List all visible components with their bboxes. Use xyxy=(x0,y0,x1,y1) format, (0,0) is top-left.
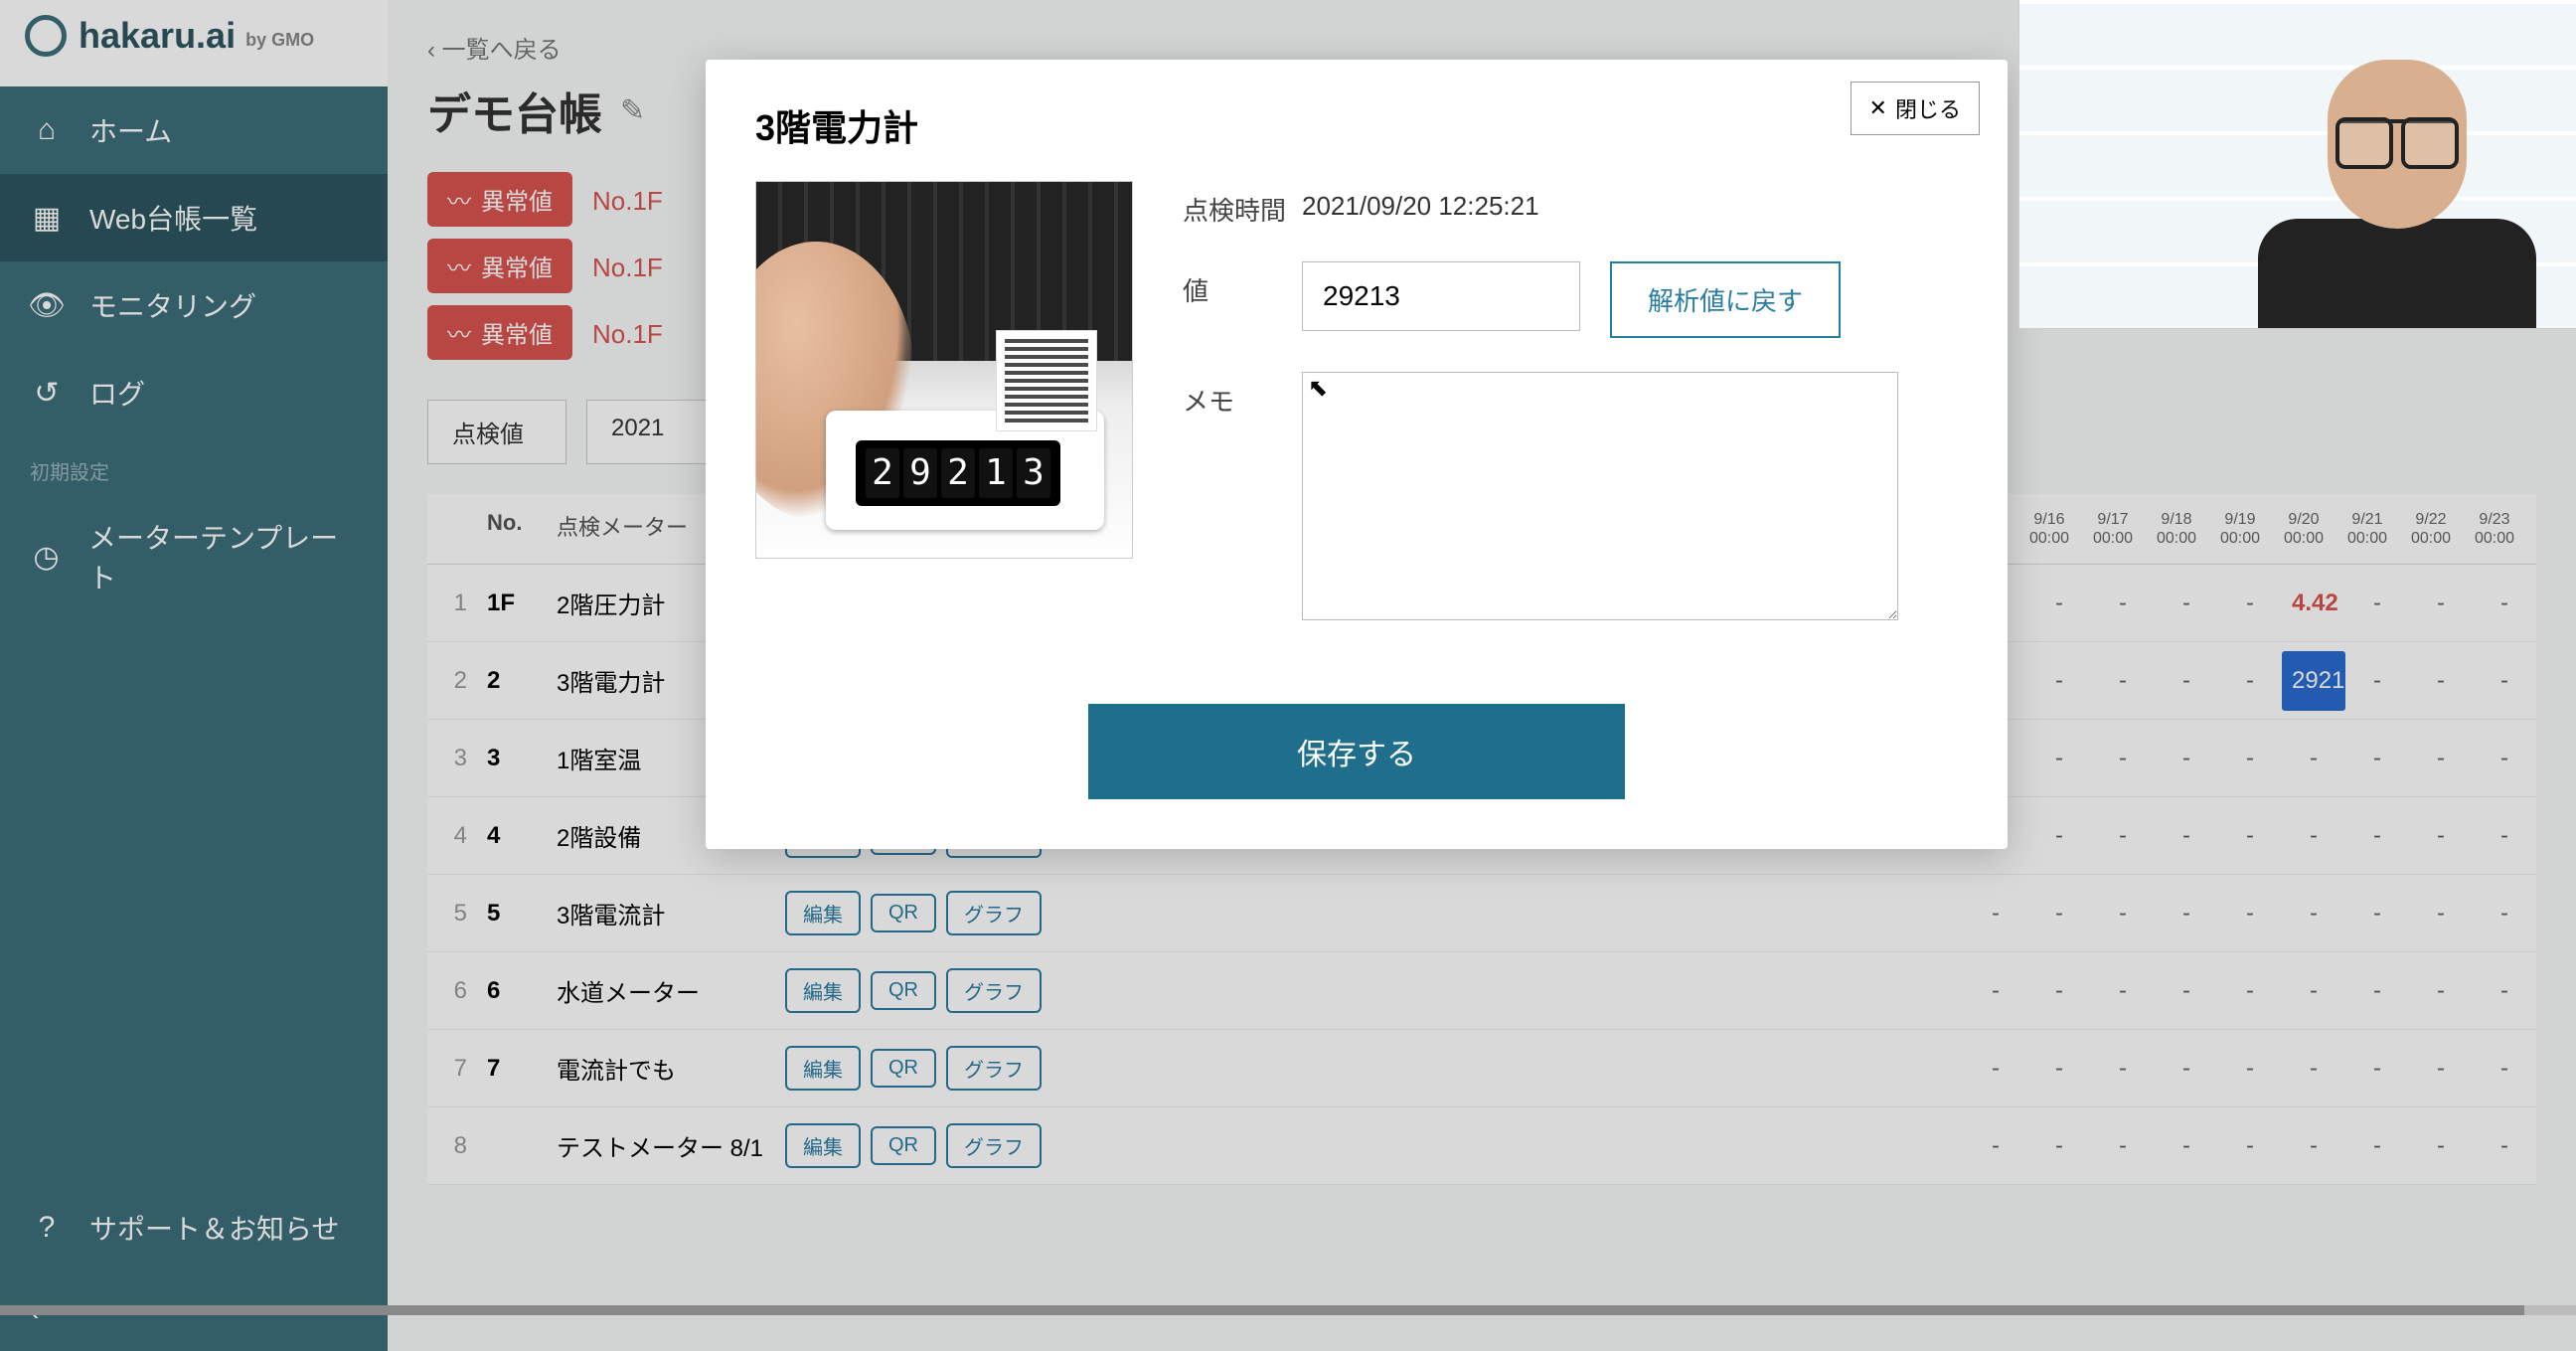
modal-close-button[interactable]: ✕ 閉じる xyxy=(1851,82,1980,135)
edit-modal: ✕ 閉じる 3階電力計 29213 点検時間 2021/09/20 12:25:… xyxy=(706,60,2008,849)
reset-analysis-button[interactable]: 解析値に戻す xyxy=(1610,261,1841,338)
meter-photo: 29213 xyxy=(755,181,1133,559)
value-label: 値 xyxy=(1183,261,1302,308)
modal-title: 3階電力計 xyxy=(755,99,1958,151)
time-value: 2021/09/20 12:25:21 xyxy=(1302,181,1539,222)
save-button[interactable]: 保存する xyxy=(1088,704,1625,799)
video-progress-bar[interactable] xyxy=(0,1305,2576,1315)
memo-label: メモ xyxy=(1183,372,1302,419)
memo-textarea[interactable] xyxy=(1302,372,1898,620)
time-label: 点検時間 xyxy=(1183,181,1302,228)
value-input[interactable] xyxy=(1302,261,1580,331)
qr-code xyxy=(997,331,1096,430)
close-icon: ✕ xyxy=(1869,95,1887,121)
presenter-pip xyxy=(2019,0,2576,328)
